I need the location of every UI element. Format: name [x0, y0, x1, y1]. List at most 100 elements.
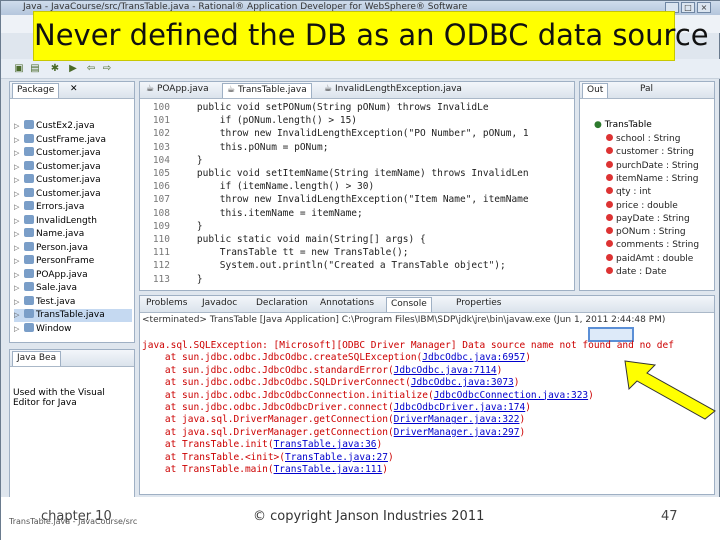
outline-root[interactable]: ● TransTable — [594, 120, 652, 130]
back-icon[interactable]: ⇦ — [85, 63, 97, 75]
source-link[interactable]: TransTable.java:27 — [285, 452, 388, 463]
stack-trace-close: ) — [519, 414, 526, 426]
stack-trace-close: ) — [387, 451, 394, 463]
stack-trace-line: at sun.jdbc.odbc.JdbcOdbc.standardError(… — [142, 365, 502, 376]
tab-transtable-java[interactable]: ☕ TransTable.java — [222, 83, 312, 98]
save-icon[interactable]: ▤ — [29, 63, 41, 75]
expand-arrow-icon[interactable]: ▷ — [14, 136, 24, 144]
outline-item[interactable]: payDate : String — [606, 213, 690, 227]
package-tree-item[interactable]: ▷ Test.java — [14, 295, 132, 309]
tab-poapp-java[interactable]: ☕ POApp.java — [142, 83, 213, 98]
tab-annotations[interactable]: Annotations — [316, 297, 378, 312]
outline-item[interactable]: school : String — [606, 134, 680, 147]
outline-item[interactable]: purchDate : String — [606, 160, 699, 174]
outline-item[interactable]: pONum : String — [606, 227, 686, 240]
tab-console[interactable]: Console — [386, 297, 432, 312]
tab-problems[interactable]: Problems — [142, 297, 191, 312]
expand-arrow-icon[interactable]: ▷ — [14, 230, 24, 238]
expand-arrow-icon[interactable]: ▷ — [14, 203, 24, 211]
stack-trace-close: ) — [496, 364, 503, 376]
line-number: 102 — [152, 128, 170, 140]
stack-trace-text: at sun.jdbc.odbc.JdbcOdbc.SQLDriverConne… — [142, 377, 411, 389]
stack-trace-text: at sun.jdbc.odbc.JdbcOdbc.createSQLExcep… — [142, 352, 423, 364]
package-tree-item[interactable]: ▷ Name.java — [14, 228, 132, 241]
stack-trace-text: at TransTable.main( — [142, 464, 274, 475]
package-tree-item[interactable]: ▷ Customer.java — [14, 174, 132, 187]
package-tree-item[interactable]: ▷ Window — [14, 322, 132, 336]
package-tree-item[interactable]: ▷ InvalidLength — [14, 214, 132, 228]
tab-invalidlengthexception-java[interactable]: ☕ InvalidLengthException.java — [320, 83, 466, 98]
source-link[interactable]: TransTable.java:36 — [274, 439, 377, 450]
source-link[interactable]: JdbcOdbc.java:7114 — [394, 365, 497, 376]
expand-arrow-icon[interactable]: ▷ — [14, 122, 24, 130]
outline-item-label: pONum : String — [616, 227, 686, 238]
new-icon[interactable]: ▣ — [13, 63, 25, 75]
package-tree-item[interactable]: ▷ Customer.java — [14, 160, 132, 174]
tab-java-beans[interactable]: Java Bea — [12, 351, 62, 366]
source-link[interactable]: DriverManager.java:322 — [394, 414, 520, 425]
source-link[interactable]: DriverManager.java:297 — [394, 427, 520, 438]
expand-arrow-icon[interactable]: ▷ — [14, 271, 24, 279]
expand-arrow-icon[interactable]: ▷ — [14, 257, 24, 265]
package-tree-item[interactable]: ▷ PersonFrame — [14, 255, 132, 268]
expand-arrow-icon[interactable]: ▷ — [14, 190, 24, 198]
code-area[interactable]: 100 public void setPONum(String pONum) t… — [140, 100, 574, 290]
stack-trace-text: at TransTable.<init>( — [142, 451, 285, 463]
outline-item[interactable]: paidAmt : double — [606, 253, 693, 267]
expand-arrow-icon[interactable]: ▷ — [14, 284, 24, 292]
tab-outline[interactable]: Out — [582, 83, 609, 98]
outline-item[interactable]: customer : String — [606, 147, 694, 160]
package-tree-item[interactable]: ▷ Customer.java — [14, 187, 132, 201]
outline-item-label: school : String — [616, 134, 681, 144]
outline-panel: Out Pal ● TransTable school : String cust… — [579, 81, 715, 291]
expand-arrow-icon[interactable]: ▷ — [14, 244, 24, 252]
stack-trace-text: at java.sql.DriverManager.getConnection( — [142, 414, 394, 426]
package-tree-item-label: Sale.java — [36, 283, 77, 293]
package-tree-item[interactable]: ▷ CustEx2.java — [14, 120, 132, 133]
tab-properties[interactable]: Properties — [452, 297, 505, 312]
expand-arrow-icon[interactable]: ▷ — [14, 149, 24, 157]
outline-item[interactable]: comments : String — [606, 240, 699, 253]
forward-icon[interactable]: ⇨ — [101, 63, 113, 75]
outline-item[interactable]: price : double — [606, 200, 678, 214]
tab-declaration[interactable]: Declaration — [252, 297, 312, 312]
stack-trace-close: ) — [588, 389, 594, 401]
tab-palette[interactable]: Pal — [636, 83, 657, 98]
maximize-button[interactable]: □ — [681, 2, 695, 13]
package-tree-item[interactable]: ▷ CustFrame.java — [14, 133, 132, 147]
tab-package-explorer[interactable]: Package — [12, 83, 60, 98]
expand-arrow-icon[interactable]: ▷ — [14, 163, 24, 171]
code-line: } — [174, 220, 203, 232]
run-icon[interactable]: ▶ — [67, 63, 79, 75]
source-link[interactable]: JdbcOdbc.java:3073 — [411, 377, 514, 388]
expand-arrow-icon[interactable]: ▷ — [14, 325, 24, 333]
outline-item[interactable]: qty : int — [606, 187, 651, 200]
source-link[interactable]: TransTable.java:111 — [274, 464, 383, 475]
debug-icon[interactable]: ✱ — [49, 63, 61, 75]
class-icon: ● — [594, 120, 602, 130]
source-link[interactable]: JdbcOdbc.java:6957 — [422, 352, 525, 363]
package-tree-item-label: CustFrame.java — [36, 134, 106, 145]
expand-arrow-icon[interactable]: ▷ — [14, 176, 24, 184]
expand-arrow-icon[interactable]: ▷ — [14, 298, 24, 306]
tab-javadoc[interactable]: Javadoc — [198, 297, 241, 312]
outline-item[interactable]: itemName : String — [606, 173, 699, 187]
package-tree-item[interactable]: ▷ Errors.java — [14, 201, 132, 214]
close-icon[interactable]: ✕ — [70, 84, 78, 94]
expand-arrow-icon[interactable]: ▷ — [14, 217, 24, 225]
close-button[interactable]: × — [697, 2, 711, 13]
outline-item-label: qty : int — [616, 187, 652, 198]
line-number: 109 — [152, 220, 170, 232]
java-file-icon: ☕ — [324, 84, 333, 94]
package-tree-item[interactable]: ▷ POApp.java — [14, 268, 132, 282]
outline-item[interactable]: date : Date — [606, 267, 667, 280]
package-tree-item[interactable]: ▷ Person.java — [14, 241, 132, 255]
package-tree-item[interactable]: ▷ Customer.java — [14, 147, 132, 160]
java-file-icon — [24, 214, 34, 224]
source-link[interactable]: JdbcOdbcDriver.java:174 — [394, 402, 526, 413]
package-tree-item[interactable]: ▷ TransTable.java — [14, 309, 132, 322]
outline-item-label: date : Date — [616, 267, 667, 277]
package-tree-item[interactable]: ▷ Sale.java — [14, 282, 132, 295]
expand-arrow-icon[interactable]: ▷ — [14, 311, 24, 319]
source-link[interactable]: JdbcOdbcConnection.java:323 — [434, 390, 588, 401]
